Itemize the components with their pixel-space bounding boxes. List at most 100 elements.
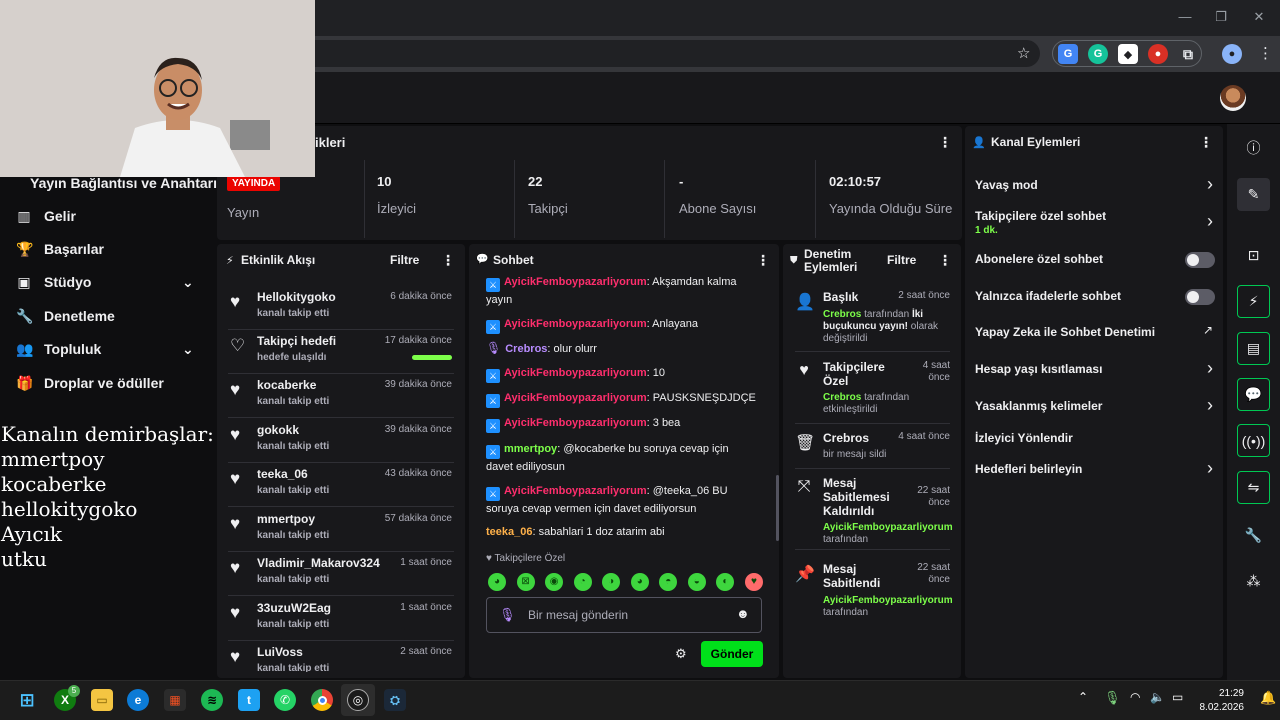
channel-action-slow-mode[interactable]: Yavaş mod › xyxy=(975,174,1215,198)
chat-username[interactable]: teeka_06 xyxy=(486,526,533,538)
gear-icon[interactable]: ⚙ xyxy=(675,646,687,662)
emote-icon[interactable]: ◑ xyxy=(602,573,621,591)
more-options-icon[interactable]: ⋮ xyxy=(938,134,952,151)
extension-icon[interactable]: ◆ xyxy=(1118,44,1138,64)
chat-bubble-icon[interactable]: 💬 xyxy=(1237,378,1270,411)
chevron-down-icon[interactable]: ⌄ xyxy=(182,341,194,358)
screenshot-icon[interactable]: ⊡ xyxy=(1237,239,1270,272)
chat-username[interactable]: AyicikFemboypazarliyorum xyxy=(504,276,647,288)
chevron-down-icon[interactable]: ⌄ xyxy=(182,274,194,291)
chat-username[interactable]: AyicikFemboypazarliyorum xyxy=(504,485,647,497)
list-item[interactable]: 👤 Başlık 2 saat önce Crebros tarafından … xyxy=(795,290,950,352)
note-icon[interactable]: ▤ xyxy=(1237,332,1270,365)
emote-icon[interactable]: ◓ xyxy=(659,573,678,591)
store-icon[interactable]: ▦ xyxy=(164,689,186,711)
close-icon[interactable]: ✕ xyxy=(1244,9,1274,25)
profile-icon[interactable]: ● xyxy=(1222,44,1242,64)
channel-action-raid[interactable]: İzleyici Yönlendir xyxy=(975,431,1215,449)
volume-icon[interactable]: 🔈 xyxy=(1150,690,1165,704)
sidebar-item-basarilar[interactable]: 🏆 Başarılar xyxy=(16,239,104,259)
microphone-icon[interactable]: 🎙 xyxy=(1104,690,1121,706)
more-options-icon[interactable]: ⋮ xyxy=(1199,134,1213,151)
chrome-icon[interactable] xyxy=(311,689,333,711)
more-options-icon[interactable]: ⋮ xyxy=(756,252,770,269)
obs-icon[interactable]: ◎ xyxy=(347,689,369,711)
microphone-icon[interactable]: 🎙 xyxy=(499,607,516,623)
chat-username[interactable]: mmertpoy xyxy=(504,443,557,455)
minimize-icon[interactable]: — xyxy=(1170,9,1200,24)
broadcast-icon[interactable]: ((•)) xyxy=(1237,424,1270,457)
sidebar-item-topluluk[interactable]: 👥 Topluluk ⌄ xyxy=(16,339,216,359)
sidebar-item-stream-key[interactable]: Yayın Bağlantısı ve Anahtarı xyxy=(30,175,217,191)
menu-icon[interactable]: ⋮ xyxy=(1258,44,1273,62)
chat-username[interactable]: AyicikFemboypazarliyorum xyxy=(504,318,647,330)
list-item[interactable]: ♥ LuiVoss kanalı takip etti 2 saat önce xyxy=(228,641,454,672)
chat-username[interactable]: AyicikFemboypazarliyorum xyxy=(504,367,647,379)
emote-icon[interactable]: ◔ xyxy=(573,573,592,591)
list-item[interactable]: ⤧ Mesaj Sabitlemesi Kaldırıldı 22 saat ö… xyxy=(795,476,953,550)
lightning-icon[interactable]: ⚡ xyxy=(1237,285,1270,318)
puzzle-icon[interactable]: ⧉ xyxy=(1178,44,1198,64)
emote-icon[interactable]: ⊠ xyxy=(516,573,535,591)
chevron-up-icon[interactable]: ⌃ xyxy=(1078,690,1088,704)
edge-icon[interactable]: e xyxy=(127,689,149,711)
translate-icon[interactable]: G xyxy=(1058,44,1078,64)
file-explorer-icon[interactable]: ▭ xyxy=(91,689,113,711)
community-icon[interactable]: ⁂ xyxy=(1237,565,1270,598)
emote-icon[interactable]: ◐ xyxy=(716,573,735,591)
sidebar-item-denetleme[interactable]: 🔧 Denetleme xyxy=(16,306,115,326)
spotify-icon[interactable]: ≋ xyxy=(201,689,223,711)
sidebar-item-droplar[interactable]: 🎁 Droplar ve ödüller xyxy=(16,373,164,393)
list-item[interactable]: ♥ Takipçilere Özel 4 saat önce Crebros t… xyxy=(795,360,950,424)
wifi-icon[interactable]: ◠ xyxy=(1130,690,1140,704)
channel-action-ai-moderation[interactable]: Yapay Zeka ile Sohbet Denetimi ↗ xyxy=(975,323,1215,343)
windows-start-icon[interactable]: ⊞ xyxy=(16,689,38,711)
channel-action-goals[interactable]: Hedefleri belirleyin › xyxy=(975,458,1215,480)
channel-action-subs-only[interactable]: Abonelere özel sohbet xyxy=(975,252,1215,270)
sidebar-item-studyo[interactable]: ▣ Stüdyo ⌄ xyxy=(16,272,216,292)
channel-action-emote-only[interactable]: Yalnızca ifadelerle sohbet xyxy=(975,289,1215,307)
address-bar[interactable] xyxy=(315,40,1040,67)
list-item[interactable]: ♥ teeka_06 kanalı takip etti 43 dakika ö… xyxy=(228,463,454,507)
maximize-icon[interactable]: ❐ xyxy=(1206,9,1236,25)
emote-icon[interactable]: ◕ xyxy=(488,573,506,591)
info-icon[interactable]: ⓘ xyxy=(1237,131,1270,164)
grammarly-icon[interactable]: G xyxy=(1088,44,1108,64)
list-item[interactable]: ♡ Takipçi hedefi hedefe ulaşıldı 17 daki… xyxy=(228,330,454,374)
twitter-icon[interactable]: t xyxy=(238,689,260,711)
list-item[interactable]: 📌 Mesaj Sabitlendi 22 saat önce AyicikFe… xyxy=(795,562,953,622)
emote-icon[interactable]: ◉ xyxy=(545,573,564,591)
send-button[interactable]: Gönder xyxy=(701,641,763,667)
list-item[interactable]: 🗑 Crebros 4 saat önce bir mesajı sildi xyxy=(795,431,950,469)
avatar[interactable] xyxy=(1220,85,1246,111)
chat-username[interactable]: AyicikFemboypazarliyorum xyxy=(504,392,647,404)
channel-action-account-age[interactable]: Hesap yaşı kısıtlaması › xyxy=(975,358,1215,380)
chat-username[interactable]: AyicikFemboypazarliyorum xyxy=(504,417,647,429)
raid-icon[interactable]: ⇋ xyxy=(1237,471,1270,504)
activity-filter-button[interactable]: Filtre xyxy=(390,253,419,267)
more-options-icon[interactable]: ⋮ xyxy=(441,252,455,269)
emoji-icon[interactable]: ☻ xyxy=(736,606,750,621)
list-item[interactable]: ♥ 33uzuW2Eag kanalı takip etti 1 saat ön… xyxy=(228,597,454,641)
notifications-icon[interactable]: 🔔 xyxy=(1260,690,1276,706)
list-item[interactable]: ♥ gokokk kanalı takip etti 39 dakika önc… xyxy=(228,419,454,463)
clock-time[interactable]: 21:29 xyxy=(1200,688,1244,699)
clock-date[interactable]: 8.02.2026 xyxy=(1190,702,1245,713)
sidebar-item-gelir[interactable]: ▥ Gelir xyxy=(16,206,76,226)
emote-icon[interactable]: ♥ xyxy=(744,573,763,591)
pencil-icon[interactable]: ✎ xyxy=(1237,178,1270,211)
list-item[interactable]: ♥ mmertpoy kanalı takip etti 57 dakika ö… xyxy=(228,508,454,552)
list-item[interactable]: ♥ kocaberke kanalı takip etti 39 dakika … xyxy=(228,374,454,418)
wrench-icon[interactable]: 🔧 xyxy=(1237,519,1270,552)
more-options-icon[interactable]: ⋮ xyxy=(938,252,952,269)
emote-icon[interactable]: ◒ xyxy=(687,573,706,591)
star-icon[interactable]: ☆ xyxy=(1017,44,1030,62)
subs-only-toggle[interactable] xyxy=(1185,252,1215,268)
mod-filter-button[interactable]: Filtre xyxy=(887,253,916,267)
chat-username[interactable]: Crebros xyxy=(505,343,547,355)
channel-action-banned-words[interactable]: Yasaklanmış kelimeler › xyxy=(975,395,1215,417)
list-item[interactable]: ♥ Hellokitygoko kanalı takip etti 6 daki… xyxy=(228,286,454,330)
chat-scrollbar[interactable] xyxy=(776,475,779,541)
record-icon[interactable]: ● xyxy=(1148,44,1168,64)
whatsapp-icon[interactable]: ✆ xyxy=(274,689,296,711)
